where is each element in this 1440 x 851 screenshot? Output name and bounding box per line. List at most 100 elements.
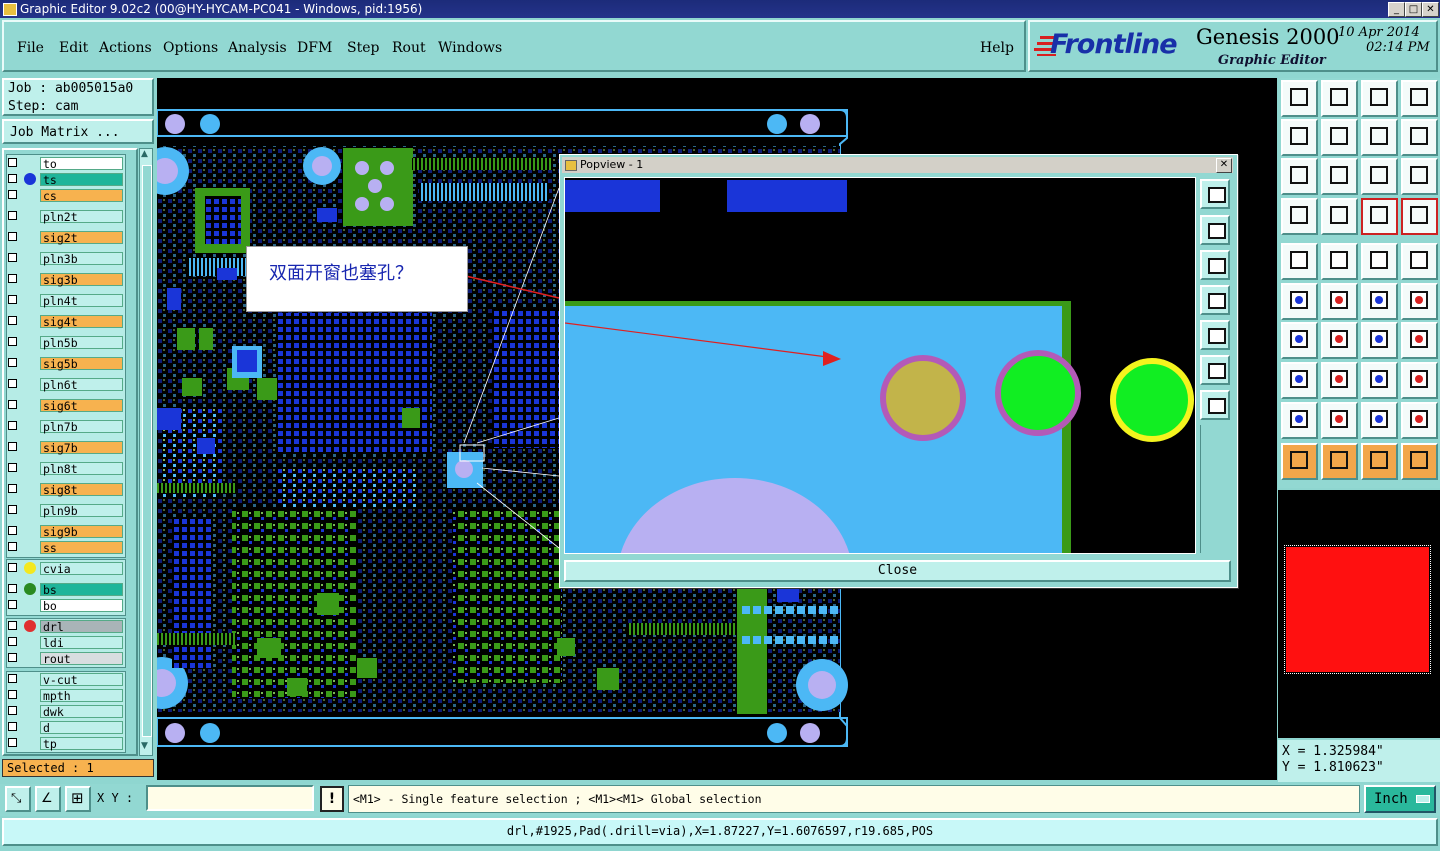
layer-row-sig2t[interactable]: sig2t [6,231,124,245]
layers-stack-button[interactable] [1401,119,1438,156]
triangle-button[interactable] [1281,402,1318,439]
popview-pan-right-button[interactable] [1200,320,1230,350]
layer-row-pln8t[interactable]: pln8t [6,462,124,476]
pan-left-button[interactable] [1281,119,1318,156]
layer-checkbox[interactable] [8,722,17,731]
arch-button[interactable] [1321,402,1358,439]
layer-checkbox[interactable] [8,379,17,388]
fit-button[interactable] [1281,158,1318,195]
layer-row-sig6t[interactable]: sig6t [6,399,124,413]
flip-button[interactable] [1401,322,1438,359]
popview-pan-left-button[interactable] [1200,285,1230,315]
arch-alt-button[interactable] [1361,402,1398,439]
swap-button[interactable] [1361,119,1398,156]
minimize-button[interactable]: _ [1388,2,1405,17]
zoom-home-button[interactable] [1281,80,1318,117]
layer-checkbox[interactable] [8,400,17,409]
popview-canvas[interactable] [564,177,1196,554]
job-matrix-button[interactable]: Job Matrix ... [2,119,154,144]
layer-checkbox[interactable] [8,653,17,662]
connect-alt-button[interactable] [1401,283,1438,320]
layer-checkbox[interactable] [8,232,17,241]
layer-checkbox[interactable] [8,442,17,451]
tools-button[interactable] [1281,198,1318,235]
layer-row-pln2t[interactable]: pln2t [6,210,124,224]
traffic-light-button[interactable] [1361,198,1398,235]
layer-row-dwk[interactable]: dwk [6,705,124,719]
move-button[interactable] [1281,362,1318,399]
resize-button[interactable] [1361,362,1398,399]
layer-row-ts[interactable]: ts [6,173,124,187]
help-button[interactable] [1401,158,1438,195]
scroll-down-icon[interactable]: ▼ [141,741,148,751]
angle-tool-button[interactable] [1281,322,1318,359]
cross-button[interactable] [1321,283,1358,320]
layer-checkbox[interactable] [8,584,17,593]
circle-select-button[interactable] [1401,243,1438,280]
layer-row-tp[interactable]: tp [6,737,124,751]
maximize-button[interactable]: □ [1405,2,1422,17]
ruler-button[interactable] [1361,243,1398,280]
layer-checkbox[interactable] [8,295,17,304]
pan-right-button[interactable] [1321,119,1358,156]
layer-row-ldi[interactable]: ldi [6,636,124,650]
scroll-thumb[interactable] [142,165,152,737]
layer-row-pln6t[interactable]: pln6t [6,378,124,392]
layer-checkbox[interactable] [8,190,17,199]
layer-checkbox[interactable] [8,484,17,493]
layer-checkbox[interactable] [8,316,17,325]
popview-close-button[interactable]: Close [564,560,1231,582]
layer-row-pln3b[interactable]: pln3b [6,252,124,266]
ratio-button[interactable] [1361,158,1398,195]
menu-dfm[interactable]: DFM [297,40,332,56]
layer-row-cs[interactable]: cs [6,189,124,203]
layer-row-sig3b[interactable]: sig3b [6,273,124,287]
layer-checkbox[interactable] [8,637,17,646]
net-button[interactable] [1281,283,1318,320]
layer-checkbox[interactable] [8,253,17,262]
route-button[interactable] [1401,443,1438,480]
layer-row-v-cut[interactable]: v-cut [6,673,124,687]
layer-checkbox[interactable] [8,600,17,609]
menu-step[interactable]: Step [347,40,379,56]
arc-tool-button[interactable] [1361,322,1398,359]
popview-zoom-home-button[interactable] [1200,215,1230,245]
layer-row-pln4t[interactable]: pln4t [6,294,124,308]
layer-row-sig9b[interactable]: sig9b [6,525,124,539]
snap-mode-button[interactable]: ⤡ [5,786,31,812]
layer-row-cvia[interactable]: cvia [6,562,124,576]
popview-window[interactable]: Popview - 1 ✕ Close [559,154,1238,588]
menu-file[interactable]: File [17,40,44,56]
menu-windows[interactable]: Windows [438,40,502,56]
layer-checkbox[interactable] [8,211,17,220]
close-window-button[interactable]: ✕ [1422,2,1439,17]
overview-panel[interactable] [1278,490,1440,738]
layer-checkbox[interactable] [8,158,17,167]
layer-checkbox[interactable] [8,690,17,699]
menu-actions[interactable]: Actions [99,40,152,56]
layer-checkbox[interactable] [8,674,17,683]
center-button[interactable] [1321,158,1358,195]
layer-row-rout[interactable]: rout [6,652,124,666]
grid-mode-button[interactable]: ⊞ [65,786,91,812]
window-title-bar[interactable]: Graphic Editor 9.02c2 (00@HY-HYCAM-PC041… [0,0,1440,18]
layer-list-scrollbar[interactable]: ▲ ▼ [139,148,153,756]
layer-row-sig8t[interactable]: sig8t [6,483,124,497]
layer-row-pln7b[interactable]: pln7b [6,420,124,434]
arch-mirror-button[interactable] [1401,402,1438,439]
layer-checkbox[interactable] [8,738,17,747]
layer-row-bs[interactable]: bs [6,583,124,597]
layer-checkbox[interactable] [8,463,17,472]
menu-analysis[interactable]: Analysis [228,40,287,56]
popview-pan-down-button[interactable] [1200,250,1230,280]
popview-graphic[interactable] [565,178,1195,553]
split-line-button[interactable] [1321,362,1358,399]
traffic-light-alt-button[interactable] [1401,198,1438,235]
menu-rout[interactable]: Rout [392,40,426,56]
layer-row-to[interactable]: to [6,157,124,171]
pointer-button[interactable] [1281,443,1318,480]
grid-toggle-button[interactable] [1321,198,1358,235]
layer-checkbox[interactable] [8,706,17,715]
select-feature-button[interactable] [1281,243,1318,280]
pointer-alt-button[interactable] [1361,443,1398,480]
